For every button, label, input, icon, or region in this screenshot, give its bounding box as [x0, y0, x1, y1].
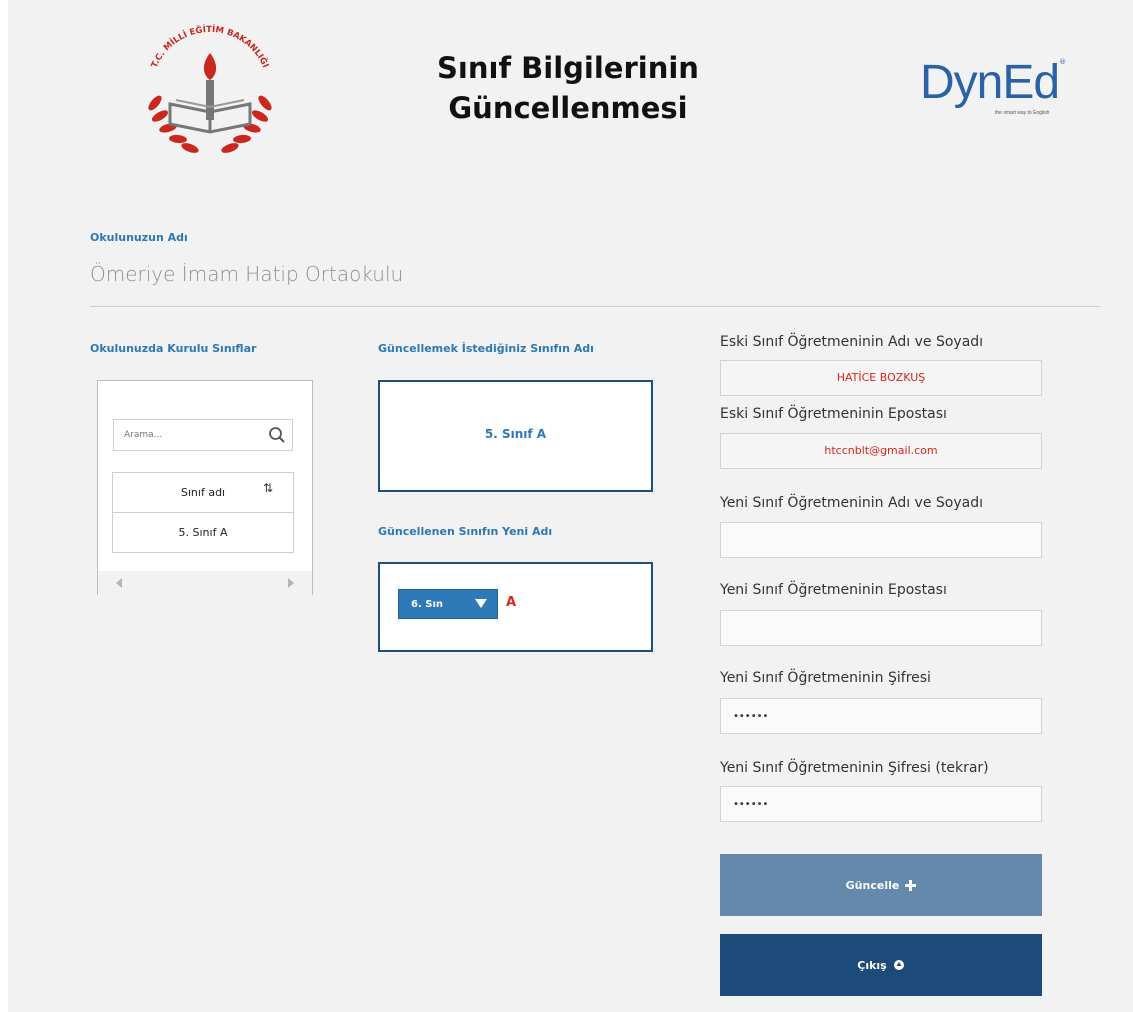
- scroll-right-icon[interactable]: [288, 578, 294, 588]
- scroll-left-icon[interactable]: [116, 578, 122, 588]
- dyned-logo: DynEd® the smart way to English: [920, 58, 1080, 128]
- new-teacher-name-input[interactable]: [731, 523, 1035, 557]
- old-teacher-name-label: Eski Sınıf Öğretmeninin Adı ve Soyadı: [720, 334, 984, 350]
- recycle-icon: [893, 960, 904, 970]
- page: T.C. MİLLİ EĞİTİM BAKANLIĞI Sınıf Bilgil…: [8, 0, 1133, 1012]
- new-teacher-name-label: Yeni Sınıf Öğretmeninin Adı ve Soyadı: [720, 495, 983, 511]
- current-class-value: 5. Sınıf A: [484, 427, 547, 441]
- search-input[interactable]: [122, 420, 266, 450]
- old-teacher-email-field: htccnblt@gmail.com: [720, 433, 1042, 469]
- new-teacher-email-field: [720, 610, 1042, 646]
- new-password-repeat-input[interactable]: [731, 787, 1035, 821]
- current-class-box: 5. Sınıf A: [378, 380, 653, 492]
- search-icon[interactable]: [268, 426, 286, 444]
- divider: [90, 306, 1100, 307]
- new-teacher-email-label: Yeni Sınıf Öğretmeninin Epostası: [720, 582, 947, 598]
- school-name: Ömeriye İmam Hatip Ortaokulu: [90, 262, 404, 286]
- plus-icon: [905, 879, 917, 891]
- dyned-logo-text: DynEd: [920, 56, 1060, 109]
- class-list-label: Okulunuzda Kurulu Sınıflar: [90, 342, 257, 355]
- new-class-label: Güncellenen Sınıfın Yeni Adı: [378, 525, 553, 538]
- update-button-label: Güncelle: [845, 878, 900, 892]
- section-letter: A: [506, 595, 517, 610]
- dropdown-arrow-icon[interactable]: [475, 599, 487, 608]
- school-label: Okulunuzun Adı: [90, 231, 188, 244]
- page-title-line2: Güncellenmesi: [448, 91, 688, 125]
- new-password-repeat-label: Yeni Sınıf Öğretmeninin Şifresi (tekrar): [720, 760, 989, 776]
- new-password-input[interactable]: [731, 699, 1035, 733]
- old-teacher-email-label: Eski Sınıf Öğretmeninin Epostası: [720, 406, 947, 422]
- registered-mark-icon: ®: [1059, 58, 1067, 66]
- update-button[interactable]: Güncelle: [720, 854, 1042, 916]
- new-password-label: Yeni Sınıf Öğretmeninin Şifresi: [720, 670, 931, 686]
- class-list-panel: Sınıf adı 5. Sınıf A ⇅: [97, 380, 313, 595]
- exit-button[interactable]: Çıkış: [720, 934, 1042, 996]
- new-teacher-email-input[interactable]: [731, 611, 1035, 645]
- table-row[interactable]: 5. Sınıf A: [112, 512, 294, 553]
- horizontal-scrollbar[interactable]: [98, 571, 312, 595]
- meb-logo: T.C. MİLLİ EĞİTİM BAKANLIĞI: [130, 8, 290, 168]
- dyned-tagline: the smart way to English: [995, 110, 1050, 116]
- new-password-repeat-field: [720, 786, 1042, 822]
- new-password-field: [720, 698, 1042, 734]
- new-class-box: 6. Sın A: [378, 562, 653, 652]
- sort-icon[interactable]: ⇅: [263, 481, 273, 495]
- grade-select[interactable]: 6. Sın: [398, 589, 498, 619]
- page-title: Sınıf Bilgilerinin Güncellenmesi: [403, 48, 733, 128]
- class-row-name[interactable]: 5. Sınıf A: [112, 512, 294, 553]
- current-class-label: Güncellemek İstediğiniz Sınıfın Adı: [378, 342, 594, 355]
- search-box: [113, 419, 293, 451]
- grade-select-value: 6. Sın: [411, 598, 443, 610]
- old-teacher-name-field: HATİCE BOZKUŞ: [720, 360, 1042, 396]
- old-teacher-email-value: htccnblt@gmail.com: [824, 444, 938, 457]
- old-teacher-name-value: HATİCE BOZKUŞ: [836, 371, 926, 384]
- exit-button-label: Çıkış: [857, 958, 887, 972]
- new-teacher-name-field: [720, 522, 1042, 558]
- page-title-line1: Sınıf Bilgilerinin: [437, 51, 699, 85]
